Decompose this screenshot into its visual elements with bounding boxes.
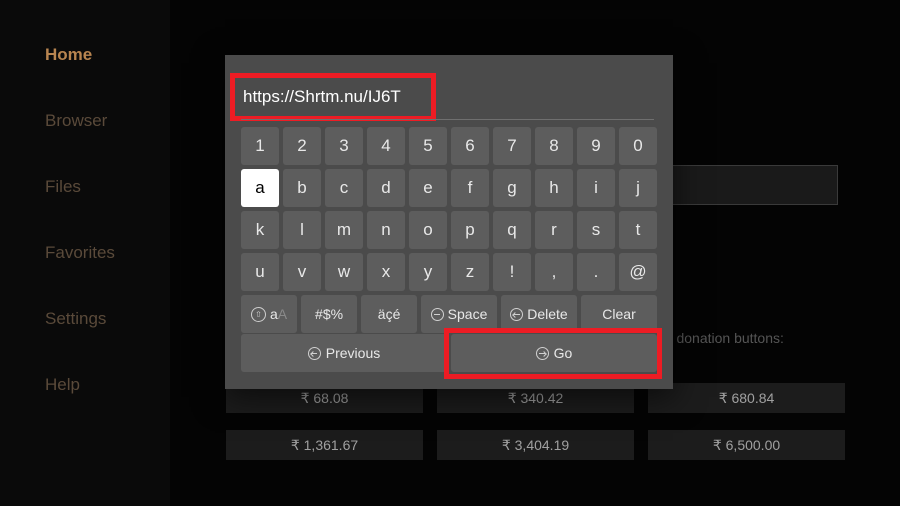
key-![interactable]: ! <box>493 253 531 291</box>
arrow-left-icon <box>308 347 321 360</box>
key-m[interactable]: m <box>325 211 363 249</box>
shift-icon: ⇧ <box>251 307 266 322</box>
key-k[interactable]: k <box>241 211 279 249</box>
key-row-fn: ⇧ aA #$% äçé Space Delete Clear <box>241 295 657 333</box>
key-x[interactable]: x <box>367 253 405 291</box>
key-j[interactable]: j <box>619 169 657 207</box>
key-q[interactable]: q <box>493 211 531 249</box>
sidebar: Home Browser Files Favorites Settings He… <box>0 0 170 506</box>
url-entry-modal: 1234567890 abcdefghij klmnopqrst uvwxyz!… <box>225 55 673 389</box>
key-3[interactable]: 3 <box>325 127 363 165</box>
key-e[interactable]: e <box>409 169 447 207</box>
key-w[interactable]: w <box>325 253 363 291</box>
key-delete[interactable]: Delete <box>501 295 577 333</box>
url-input[interactable] <box>243 87 431 107</box>
url-input-highlight <box>230 73 436 121</box>
arrow-right-icon <box>536 347 549 360</box>
sidebar-item-settings[interactable]: Settings <box>45 309 170 329</box>
url-underline <box>241 119 654 120</box>
key-f[interactable]: f <box>451 169 489 207</box>
key-row-a: abcdefghij <box>241 169 657 207</box>
donation-button[interactable]: ₹ 1,361.67 <box>226 430 423 460</box>
donation-button[interactable]: ₹ 3,404.19 <box>437 430 634 460</box>
key-row-u: uvwxyz!,.@ <box>241 253 657 291</box>
key-n[interactable]: n <box>367 211 405 249</box>
key-z[interactable]: z <box>451 253 489 291</box>
key-l[interactable]: l <box>283 211 321 249</box>
key-b[interactable]: b <box>283 169 321 207</box>
previous-button[interactable]: Previous <box>241 334 447 372</box>
donation-row-2: ₹ 1,361.67 ₹ 3,404.19 ₹ 6,500.00 <box>226 430 845 460</box>
key-1[interactable]: 1 <box>241 127 279 165</box>
on-screen-keyboard: 1234567890 abcdefghij klmnopqrst uvwxyz!… <box>241 127 657 337</box>
key-a[interactable]: a <box>241 169 279 207</box>
key-,[interactable]: , <box>535 253 573 291</box>
go-button[interactable]: Go <box>451 334 657 372</box>
key-2[interactable]: 2 <box>283 127 321 165</box>
key-t[interactable]: t <box>619 211 657 249</box>
key-8[interactable]: 8 <box>535 127 573 165</box>
key-space[interactable]: Space <box>421 295 497 333</box>
key-symbols[interactable]: #$% <box>301 295 357 333</box>
space-icon <box>431 308 444 321</box>
key-p[interactable]: p <box>451 211 489 249</box>
key-.[interactable]: . <box>577 253 615 291</box>
key-5[interactable]: 5 <box>409 127 447 165</box>
key-g[interactable]: g <box>493 169 531 207</box>
sidebar-item-home[interactable]: Home <box>45 45 170 65</box>
key-c[interactable]: c <box>325 169 363 207</box>
delete-icon <box>510 308 523 321</box>
key-7[interactable]: 7 <box>493 127 531 165</box>
key-6[interactable]: 6 <box>451 127 489 165</box>
key-clear[interactable]: Clear <box>581 295 657 333</box>
key-0[interactable]: 0 <box>619 127 657 165</box>
key-v[interactable]: v <box>283 253 321 291</box>
key-row-digits: 1234567890 <box>241 127 657 165</box>
key-r[interactable]: r <box>535 211 573 249</box>
modal-action-row: Previous Go <box>241 334 657 372</box>
key-s[interactable]: s <box>577 211 615 249</box>
key-h[interactable]: h <box>535 169 573 207</box>
sidebar-item-help[interactable]: Help <box>45 375 170 395</box>
key-accents[interactable]: äçé <box>361 295 417 333</box>
sidebar-item-browser[interactable]: Browser <box>45 111 170 131</box>
sidebar-item-files[interactable]: Files <box>45 177 170 197</box>
key-@[interactable]: @ <box>619 253 657 291</box>
key-d[interactable]: d <box>367 169 405 207</box>
key-shift[interactable]: ⇧ aA <box>241 295 297 333</box>
key-4[interactable]: 4 <box>367 127 405 165</box>
donation-button[interactable]: ₹ 680.84 <box>648 383 845 413</box>
key-u[interactable]: u <box>241 253 279 291</box>
key-i[interactable]: i <box>577 169 615 207</box>
key-9[interactable]: 9 <box>577 127 615 165</box>
key-row-k: klmnopqrst <box>241 211 657 249</box>
key-y[interactable]: y <box>409 253 447 291</box>
donation-button[interactable]: ₹ 6,500.00 <box>648 430 845 460</box>
sidebar-item-favorites[interactable]: Favorites <box>45 243 170 263</box>
key-o[interactable]: o <box>409 211 447 249</box>
